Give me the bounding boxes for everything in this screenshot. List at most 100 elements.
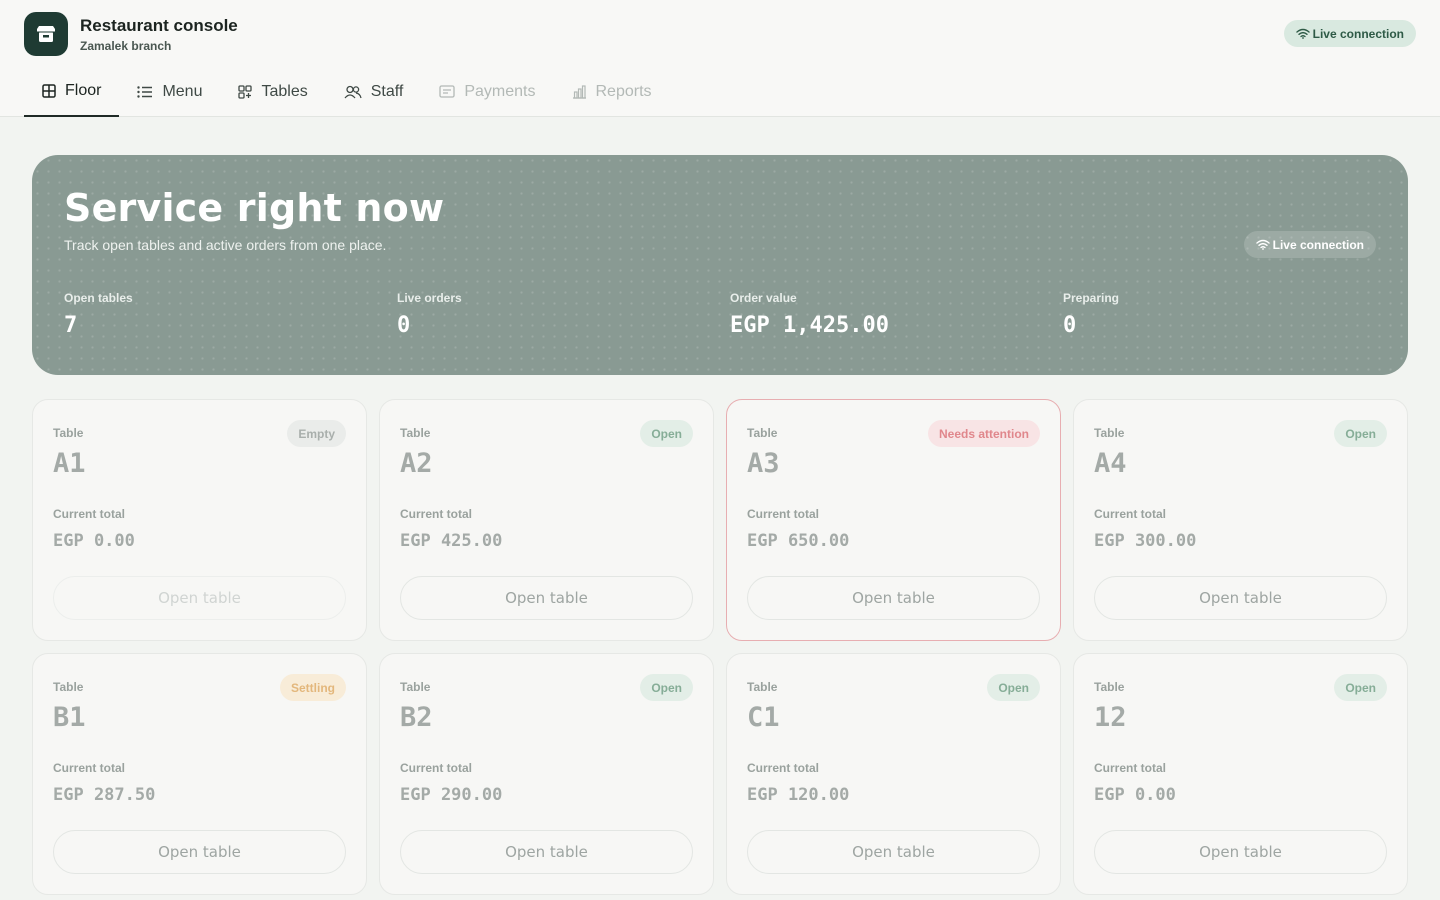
open-table-button[interactable]: Open table [53,576,346,620]
open-table-button[interactable]: Open table [747,576,1040,620]
table-card-a4: Table Open A4 Current total EGP 300.00 O… [1073,399,1408,641]
tab-label: Tables [261,82,308,100]
total-label: Current total [53,761,125,775]
stat-value: 0 [1063,313,1077,338]
table-card-b1: Table Settling B1 Current total EGP 287.… [32,653,367,895]
stat-open-tables: Open tables 7 [64,291,133,338]
open-table-button[interactable]: Open table [1094,830,1387,874]
stat-value: 7 [64,313,78,338]
table-name: B1 [53,702,86,733]
connection-status-label: Live connection [1312,26,1404,41]
card-label: Table [53,680,84,694]
status-badge: Open [640,420,693,447]
stat-label: Preparing [1063,291,1120,305]
card-label: Table [747,680,778,694]
card-label: Table [400,680,431,694]
tab-reports[interactable]: Reports [554,66,670,117]
tab-menu[interactable]: Menu [119,66,220,117]
stat-order-value: Order value EGP 1,425.00 [730,291,889,338]
stat-label: Live orders [397,291,462,305]
table-total: EGP 290.00 [400,785,503,805]
table-card-b2: Table Open B2 Current total EGP 290.00 O… [379,653,714,895]
connection-status-badge: Live connection [1243,231,1376,258]
tab-floor[interactable]: Floor [24,66,120,117]
tab-label: Payments [464,82,536,100]
storefront-icon [24,12,68,56]
stat-label: Order value [730,291,797,305]
total-label: Current total [747,761,819,775]
card-label: Table [53,426,84,440]
status-badge: Empty [287,420,346,447]
tab-label: Staff [370,82,404,100]
app-title: Restaurant console [80,16,238,35]
open-table-button[interactable]: Open table [747,830,1040,874]
table-name: A1 [53,448,86,479]
total-label: Current total [1094,507,1166,521]
receipt-icon [439,85,456,98]
table-card-c1: Table Open C1 Current total EGP 120.00 O… [726,653,1061,895]
total-label: Current total [400,761,472,775]
status-badge: Settling [280,674,346,701]
table-total: EGP 120.00 [747,785,850,805]
connection-status-label: Live connection [1272,237,1364,252]
table-name: A3 [747,448,780,479]
tab-label: Menu [162,82,203,100]
table-name: A2 [400,448,433,479]
open-table-button[interactable]: Open table [400,830,693,874]
table-name: B2 [400,702,433,733]
stat-value: 0 [397,313,411,338]
stat-label: Open tables [64,291,133,305]
tab-staff[interactable]: Staff [326,66,422,117]
table-name: 12 [1094,702,1127,733]
total-label: Current total [400,507,472,521]
status-badge: Needs attention [927,420,1040,447]
stat-preparing: Preparing 0 [1063,291,1119,338]
card-label: Table [1094,426,1125,440]
branch-name: Zamalek branch [80,39,172,53]
tab-payments[interactable]: Payments [421,66,553,117]
wifi-icon [1255,239,1270,250]
card-label: Table [400,426,431,440]
bar-chart-icon [572,84,586,99]
status-badge: Open [987,674,1040,701]
people-icon [344,85,362,98]
table-total: EGP 650.00 [747,531,850,551]
table-total: EGP 0.00 [53,531,135,551]
status-badge: Open [640,674,693,701]
list-icon [137,85,153,98]
status-badge: Open [1334,674,1387,701]
open-table-button[interactable]: Open table [400,576,693,620]
table-name: C1 [747,702,780,733]
stat-value: EGP 1,425.00 [730,313,889,338]
grid-icon [42,83,56,98]
banner-subtitle: Track open tables and active orders from… [64,237,387,253]
total-label: Current total [747,507,819,521]
total-label: Current total [53,507,125,521]
banner-title: Service right now [64,186,445,230]
tab-tables[interactable]: Tables [220,66,325,117]
tab-label: Reports [595,82,652,100]
table-name: A4 [1094,448,1127,479]
table-card-a2: Table Open A2 Current total EGP 425.00 O… [379,399,714,641]
main-tabs: Floor Menu Tables Staff Payments Reports [24,66,670,117]
table-total: EGP 425.00 [400,531,503,551]
total-label: Current total [1094,761,1166,775]
brand: Restaurant console Zamalek branch [24,12,238,56]
table-total: EGP 287.50 [53,785,156,805]
table-card-a3: Table Needs attention A3 Current total E… [726,399,1061,641]
service-summary-banner: Service right now Track open tables and … [32,155,1408,375]
table-card-a1: Table Empty A1 Current total EGP 0.00 Op… [32,399,367,641]
table-card-12: Table Open 12 Current total EGP 0.00 Ope… [1073,653,1408,895]
table-total: EGP 300.00 [1094,531,1197,551]
wifi-icon [1295,28,1310,39]
tab-label: Floor [65,81,102,99]
card-label: Table [1094,680,1125,694]
table-total: EGP 0.00 [1094,785,1176,805]
stat-live-orders: Live orders 0 [397,291,462,338]
card-label: Table [747,426,778,440]
open-table-button[interactable]: Open table [53,830,346,874]
top-bar: Restaurant console Zamalek branch Live c… [0,0,1440,117]
open-table-button[interactable]: Open table [1094,576,1387,620]
status-badge: Open [1334,420,1387,447]
tables-icon [238,84,253,99]
